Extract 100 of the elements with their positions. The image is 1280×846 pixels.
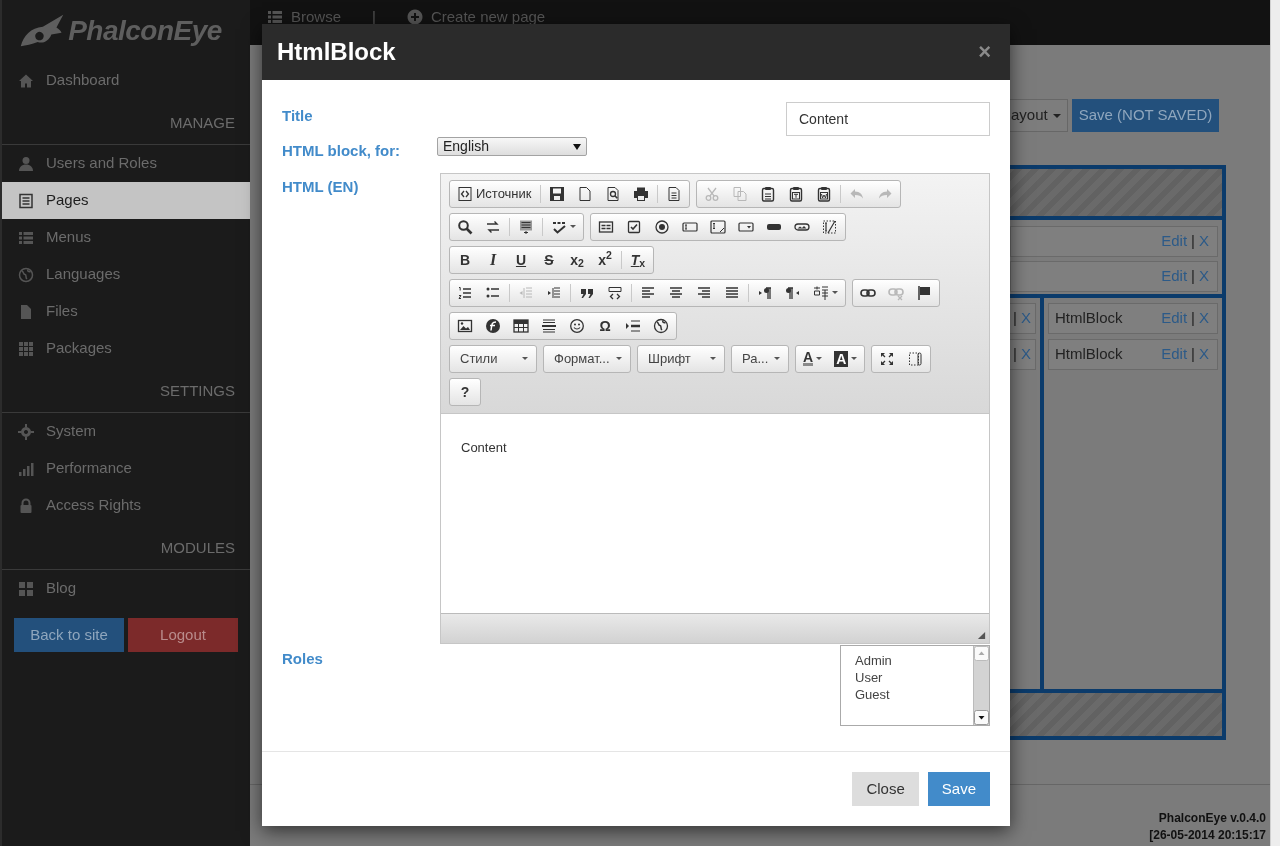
numbered-list-icon: [457, 284, 473, 301]
scrollbar[interactable]: [1270, 0, 1280, 846]
toolbar-button[interactable]: T$_{x}$: [624, 247, 652, 272]
sidebar-item[interactable]: Dashboard: [2, 62, 250, 99]
sidebar-item[interactable]: Blog: [2, 570, 250, 607]
toolbar-button[interactable]: Ω: [591, 313, 619, 338]
toolbar-button[interactable]: A: [797, 346, 829, 371]
user-icon: [18, 155, 34, 172]
section-header: MANAGE: [2, 99, 250, 145]
caret-icon: [774, 357, 780, 360]
text-area-icon: [710, 218, 726, 235]
list-option[interactable]: Guest: [855, 685, 973, 703]
sidebar-item[interactable]: Files: [2, 293, 250, 330]
pilcrow-left-icon: [785, 284, 801, 301]
flash-icon: [485, 317, 501, 334]
dialog-title: HtmlBlock: [277, 37, 396, 67]
sidebar-item[interactable]: Languages: [2, 256, 250, 293]
page-button[interactable]: ayout: [1010, 99, 1068, 132]
sidebar-item[interactable]: Users and Roles: [2, 145, 250, 182]
bar-chart-icon: [18, 460, 34, 477]
sidebar-item[interactable]: System: [2, 413, 250, 450]
globe-icon: [18, 266, 34, 283]
separator-text: |: [1191, 266, 1195, 287]
squares-grid-icon: [18, 340, 34, 357]
toolbar-button[interactable]: B: [451, 247, 479, 272]
page-magnifier-icon: [604, 185, 621, 202]
language-select[interactable]: English: [437, 137, 587, 156]
toolbar-button[interactable]: x$_{2}$: [563, 247, 591, 272]
field-label: Title: [282, 106, 314, 126]
document-icon: [18, 192, 34, 209]
separator-text: |: [1191, 344, 1195, 365]
code-page-icon: [457, 185, 473, 202]
close-button[interactable]: ×: [974, 41, 995, 63]
caret-icon: [616, 357, 622, 360]
footer-text: [26-05-2014 20:15:17: [1149, 827, 1266, 844]
scrollbar[interactable]: [973, 645, 989, 725]
outdent-icon: [518, 284, 534, 301]
toolbar-button[interactable]: A: [828, 346, 864, 371]
home-icon: [18, 72, 34, 89]
sidebar-item[interactable]: Performance: [2, 450, 250, 487]
section-header: MODULES: [2, 524, 250, 570]
logo-text: PhalconEye: [68, 14, 222, 48]
copy-pages-icon: [731, 185, 748, 202]
align-center-icon: [668, 284, 684, 301]
list-icon: [267, 9, 283, 26]
list-option[interactable]: User: [855, 668, 973, 686]
flag-icon: [916, 284, 932, 301]
form-icon: [598, 218, 614, 235]
field-label: HTML (EN): [282, 176, 360, 197]
checkbox-icon: [626, 218, 642, 235]
roles-listbox[interactable]: Admin User Guest: [840, 644, 990, 726]
toolbar-dropdown[interactable]: Формат...: [543, 344, 631, 373]
separator-text: |: [1013, 344, 1017, 365]
toolbar-button[interactable]: ?: [451, 379, 479, 404]
globe-icon: [653, 317, 669, 334]
sidebar-item[interactable]: Pages: [2, 182, 250, 219]
toolbar-button[interactable]: S: [535, 247, 563, 272]
dialog-button[interactable]: Close: [852, 772, 919, 806]
toolbar-button[interactable]: U: [507, 247, 535, 272]
horizontal-rule-icon: [541, 317, 557, 334]
dialog-button[interactable]: Save: [927, 772, 990, 806]
sidebar-item[interactable]: Menus: [2, 219, 250, 256]
blank-page-icon: [576, 185, 593, 202]
separator-text: |: [1191, 308, 1195, 329]
text-page-icon: [665, 185, 682, 202]
sidebar-button[interactable]: Back to site: [14, 618, 124, 652]
pilcrow-right-icon: [757, 284, 773, 301]
field-label: HTML block, for:: [282, 141, 402, 161]
scroll-up-button: [974, 645, 989, 661]
toolbar-dropdown[interactable]: Ра...: [731, 344, 789, 373]
toolbar-button[interactable]: I: [479, 247, 507, 272]
toolbar-dropdown[interactable]: Шрифт: [637, 344, 725, 373]
caret-icon: [522, 357, 528, 360]
separator-text: |: [1013, 308, 1017, 329]
smiley-icon: [569, 317, 585, 334]
text-lines-icon: [518, 218, 534, 235]
page-break-icon: [625, 317, 641, 334]
hidden-field-icon: [822, 218, 838, 235]
list-option[interactable]: Admin: [855, 651, 973, 669]
sidebar-item[interactable]: Access Rights: [2, 487, 250, 524]
page-button[interactable]: Save (NOT SAVED): [1071, 99, 1220, 132]
topbar-link[interactable]: Browse: [267, 6, 342, 29]
footer-text: PhalconEye v.0.4.0: [1158, 810, 1266, 827]
caret-icon: [573, 143, 581, 150]
swap-arrows-icon: [485, 218, 501, 235]
div-block-icon: [607, 284, 623, 301]
sidebar-button[interactable]: Logout: [128, 618, 238, 652]
image-icon: [457, 317, 473, 334]
toolbar-button[interactable]: x$^{2}$: [591, 247, 619, 272]
widget-title: HtmlBlock: [1055, 308, 1123, 329]
toolbar-dropdown[interactable]: Стили: [449, 344, 537, 373]
sidebar-item[interactable]: Packages: [2, 330, 250, 367]
language-icon: [813, 284, 829, 301]
indent-icon: [546, 284, 562, 301]
show-blocks-icon: [907, 350, 924, 367]
topbar-link[interactable]: Create new page: [406, 6, 546, 29]
toolbar-button[interactable]: Источник: [451, 181, 538, 206]
separator-text: |: [1191, 231, 1195, 252]
title-input[interactable]: Content: [786, 102, 990, 136]
field-label: Roles: [282, 648, 324, 669]
